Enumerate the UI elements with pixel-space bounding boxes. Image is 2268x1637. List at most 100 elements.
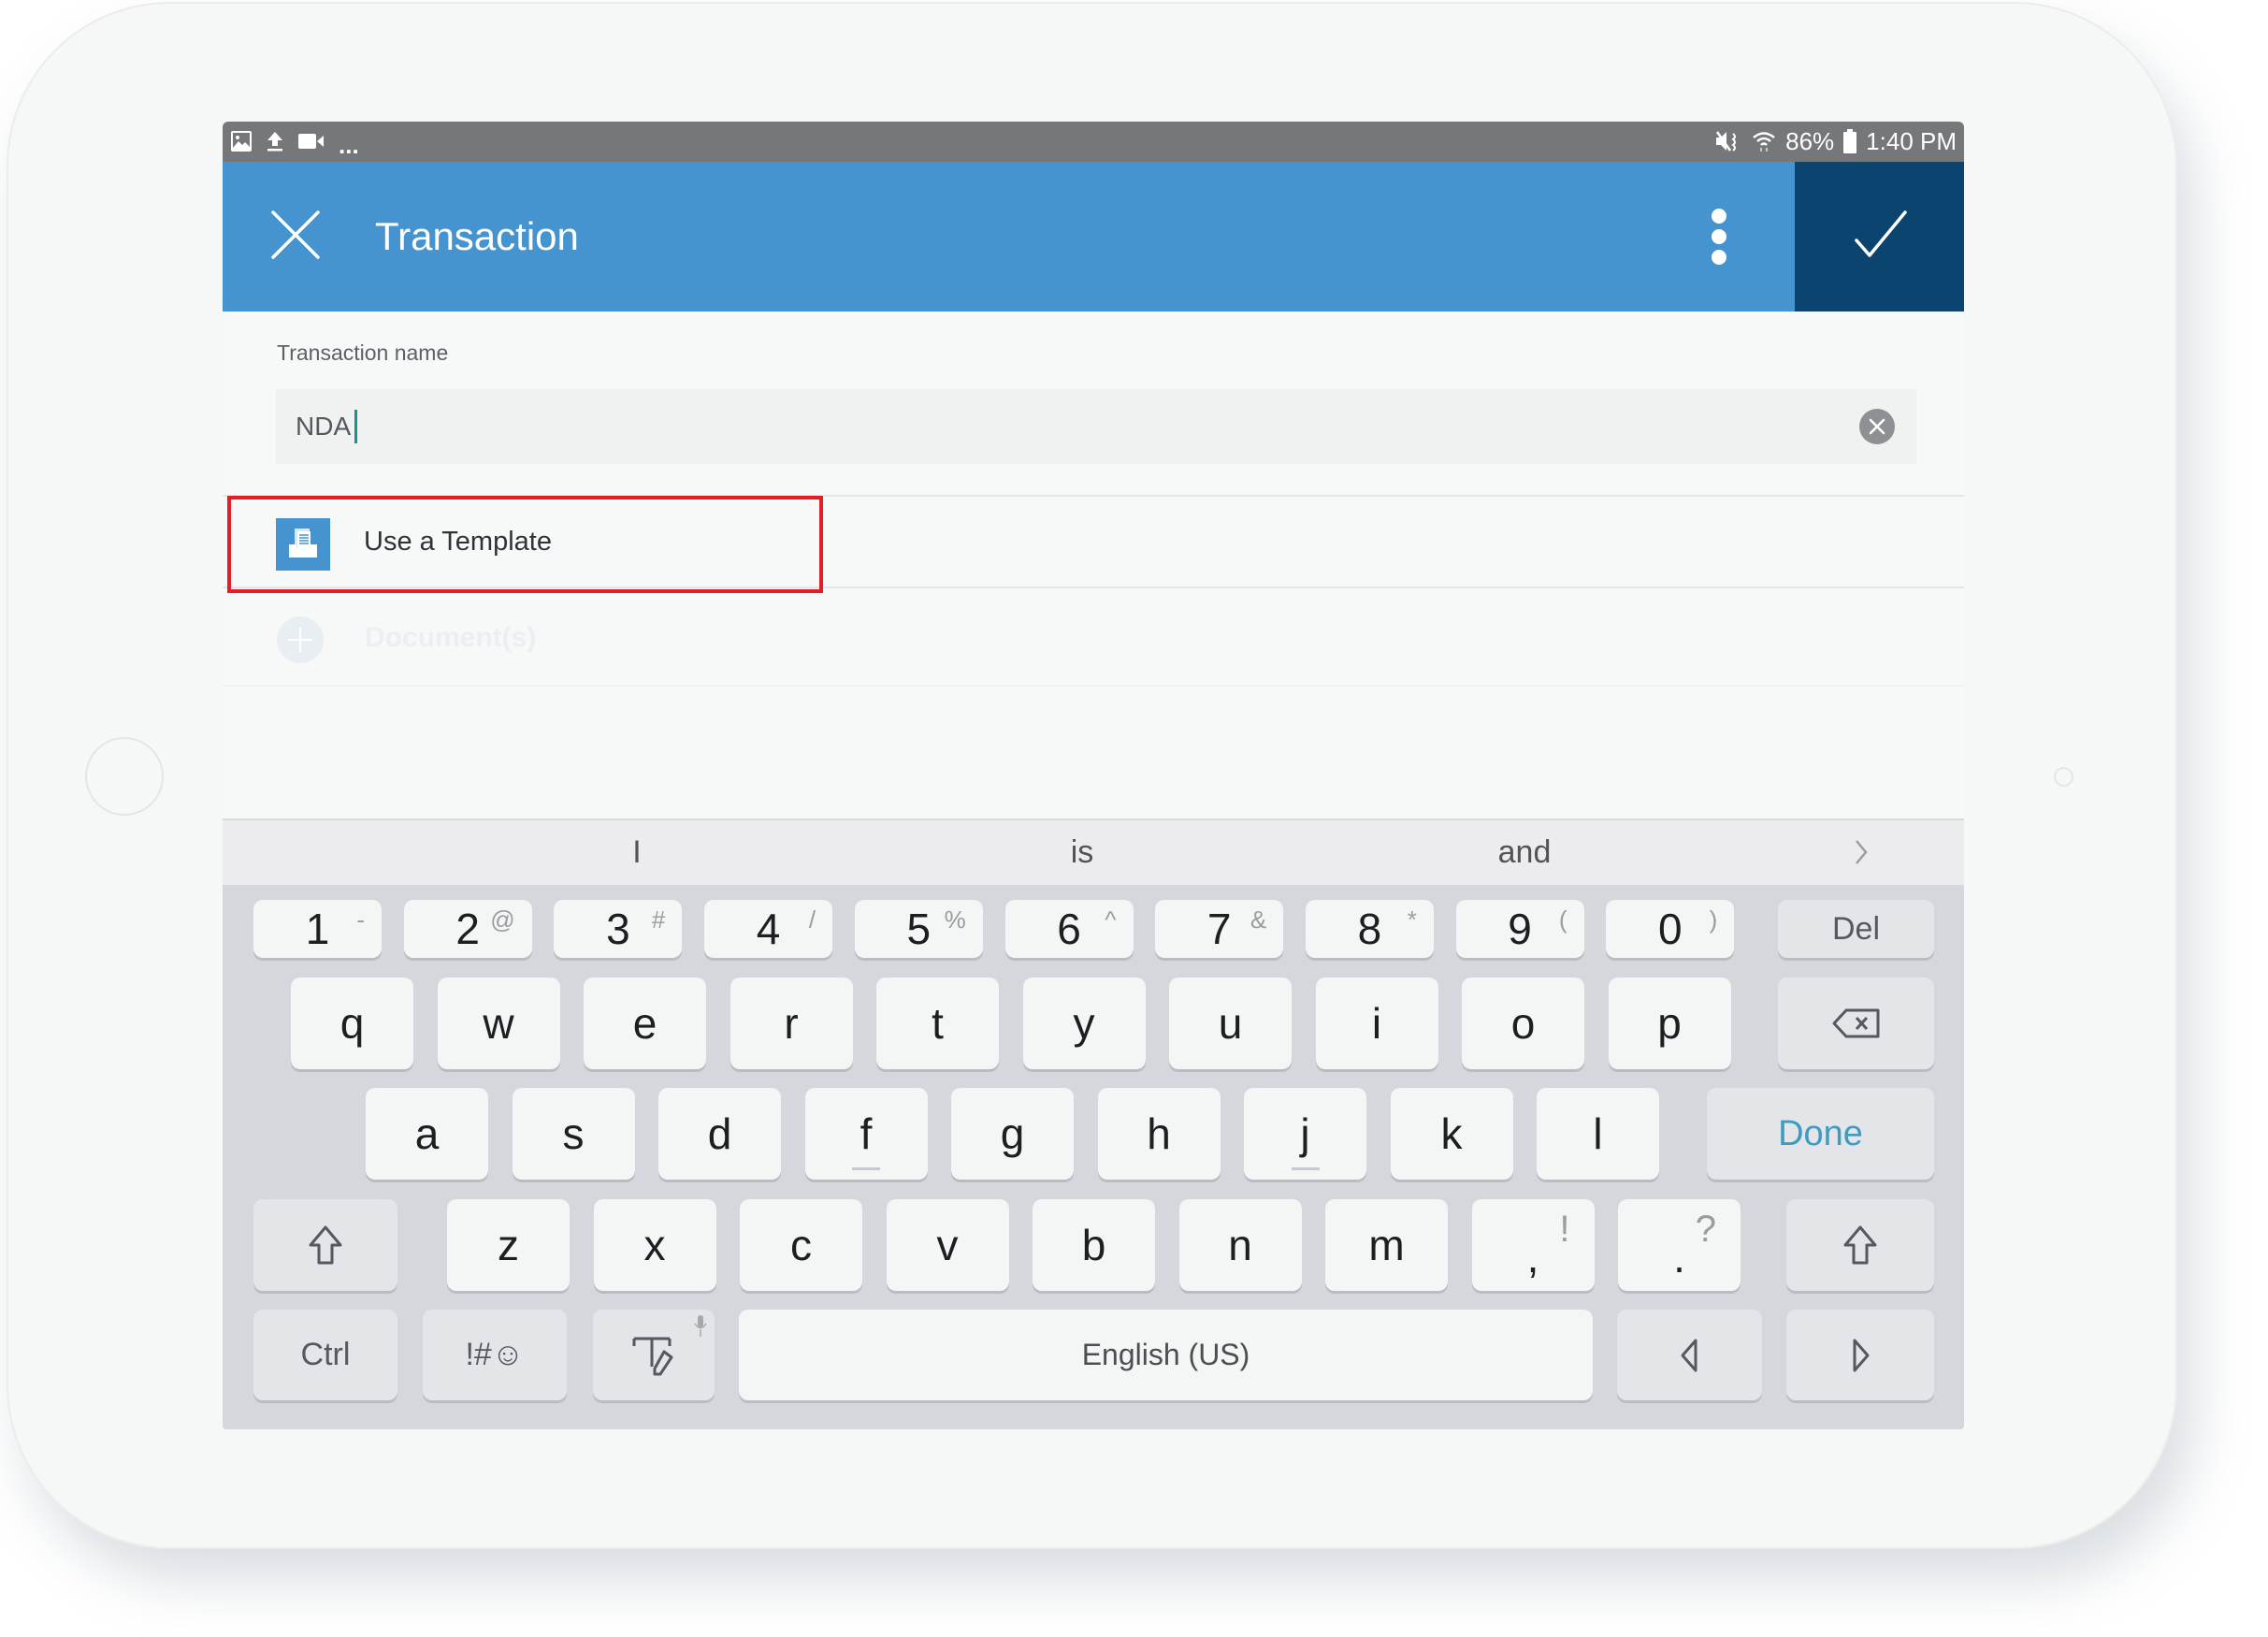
divider: [223, 587, 1964, 588]
letter-key[interactable]: x: [593, 1199, 716, 1291]
number-key[interactable]: 0): [1606, 900, 1735, 958]
letter-key[interactable]: n: [1178, 1199, 1302, 1291]
key-label: 0: [1658, 905, 1683, 953]
shift-right-key[interactable]: [1786, 1199, 1934, 1291]
letter-key[interactable]: s: [512, 1088, 635, 1180]
key-secondary-label: &: [1250, 905, 1267, 934]
key-label: o: [1510, 999, 1536, 1048]
home-button[interactable]: [85, 737, 164, 816]
more-vertical-icon: [1698, 209, 1740, 265]
letter-key[interactable]: b: [1033, 1199, 1155, 1291]
handwriting-key[interactable]: [593, 1310, 715, 1400]
period-key[interactable]: .?: [1618, 1199, 1741, 1291]
cursor-right-key[interactable]: [1786, 1310, 1934, 1400]
suggestion-item[interactable]: I: [595, 820, 678, 885]
space-key[interactable]: English (US): [739, 1310, 1593, 1400]
more-suggestions-button[interactable]: [1845, 835, 1877, 869]
letter-key[interactable]: e: [584, 978, 706, 1069]
letter-key[interactable]: y: [1022, 978, 1146, 1069]
video-camera-icon: [297, 131, 325, 152]
key-label: 6: [1057, 905, 1081, 953]
letter-key[interactable]: l: [1537, 1088, 1659, 1180]
key-secondary-label: /: [808, 905, 816, 934]
transaction-name-label: Transaction name: [277, 340, 449, 365]
letter-key[interactable]: d: [658, 1088, 781, 1180]
battery-percent: 86%: [1785, 126, 1835, 155]
letter-key[interactable]: t: [876, 978, 999, 1069]
number-key[interactable]: 5%: [854, 900, 983, 958]
key-secondary-label: ^: [1105, 905, 1117, 934]
key-secondary-label: @: [490, 905, 515, 934]
done-key[interactable]: Done: [1707, 1088, 1934, 1180]
template-icon: [276, 518, 330, 571]
mute-vibrate-icon: [1714, 129, 1742, 153]
image-icon: [230, 130, 253, 152]
comma-key[interactable]: ,!: [1471, 1199, 1595, 1291]
key-label: t: [932, 999, 944, 1048]
number-key[interactable]: 4/: [704, 900, 833, 958]
number-key[interactable]: 8 *: [1305, 900, 1434, 958]
confirm-button[interactable]: [1795, 162, 1964, 311]
more-options-button[interactable]: [1698, 203, 1740, 270]
letter-key[interactable]: p: [1608, 978, 1731, 1069]
transaction-name-input[interactable]: NDA: [276, 389, 1916, 464]
key-label: l: [1593, 1109, 1603, 1158]
backspace-key[interactable]: [1778, 978, 1934, 1069]
letter-key[interactable]: r: [730, 978, 853, 1069]
documents-option[interactable]: Document(s): [223, 592, 1964, 686]
letter-key[interactable]: u: [1169, 978, 1292, 1069]
symbols-emoji-key[interactable]: !#☺: [423, 1310, 567, 1400]
key-secondary-label: *: [1407, 905, 1417, 934]
key-label: 4: [756, 905, 781, 953]
number-key[interactable]: 3 #: [554, 900, 683, 958]
key-label: 3: [606, 905, 630, 953]
letter-key[interactable]: w: [437, 978, 560, 1069]
suggestion-item[interactable]: is: [1033, 820, 1132, 885]
key-label: n: [1228, 1221, 1252, 1269]
key-label: d: [707, 1109, 732, 1158]
transaction-name-value: NDA: [296, 410, 358, 443]
del-key[interactable]: Del: [1778, 900, 1934, 958]
number-key[interactable]: 2 @: [403, 900, 532, 958]
microphone-icon: [694, 1315, 707, 1337]
letter-key[interactable]: k: [1390, 1088, 1513, 1180]
number-key[interactable]: 9(: [1455, 900, 1584, 958]
key-secondary-label: ?: [1695, 1209, 1716, 1250]
clock: 1:40 PM: [1866, 126, 1957, 155]
number-key[interactable]: 6 ^: [1004, 900, 1134, 958]
number-key[interactable]: 7 &: [1155, 900, 1284, 958]
key-secondary-label: ): [1709, 905, 1718, 934]
suggestion-item[interactable]: and: [1461, 820, 1589, 885]
letter-key[interactable]: f: [804, 1088, 928, 1180]
letter-key[interactable]: m: [1325, 1199, 1448, 1291]
wifi-icon: [1752, 129, 1776, 153]
shift-left-key[interactable]: [253, 1199, 397, 1291]
text-caret: [354, 410, 358, 443]
letter-key[interactable]: g: [951, 1088, 1074, 1180]
key-secondary-label: (: [1558, 905, 1567, 934]
key-label: 5: [906, 905, 932, 953]
clear-input-button[interactable]: [1859, 409, 1895, 444]
letter-key[interactable]: o: [1462, 978, 1584, 1069]
ctrl-key[interactable]: Ctrl: [253, 1310, 397, 1400]
letter-key[interactable]: i: [1315, 978, 1438, 1069]
cursor-left-key[interactable]: [1617, 1310, 1762, 1400]
use-template-option[interactable]: Use a Template: [223, 497, 1964, 588]
key-label: 8: [1357, 905, 1382, 953]
close-button[interactable]: [269, 209, 322, 261]
letter-key[interactable]: h: [1097, 1088, 1221, 1180]
letter-key[interactable]: a: [366, 1088, 488, 1180]
letter-key[interactable]: q: [291, 978, 413, 1069]
battery-icon: [1843, 129, 1857, 153]
key-label: k: [1440, 1109, 1463, 1158]
key-label: u: [1218, 999, 1243, 1048]
letter-key[interactable]: c: [740, 1199, 862, 1291]
key-label: r: [784, 999, 799, 1048]
letter-key[interactable]: z: [447, 1199, 570, 1291]
letter-key[interactable]: v: [886, 1199, 1009, 1291]
number-key[interactable]: 1-: [253, 900, 382, 958]
letter-key[interactable]: j: [1244, 1088, 1366, 1180]
on-screen-keyboard: Del Done Ctrl !#☺ English (US) 1 - 2 @ 3…: [223, 885, 1964, 1429]
more-notifications-icon: ...: [339, 130, 359, 159]
cursor-right-icon: [1853, 1339, 1870, 1371]
